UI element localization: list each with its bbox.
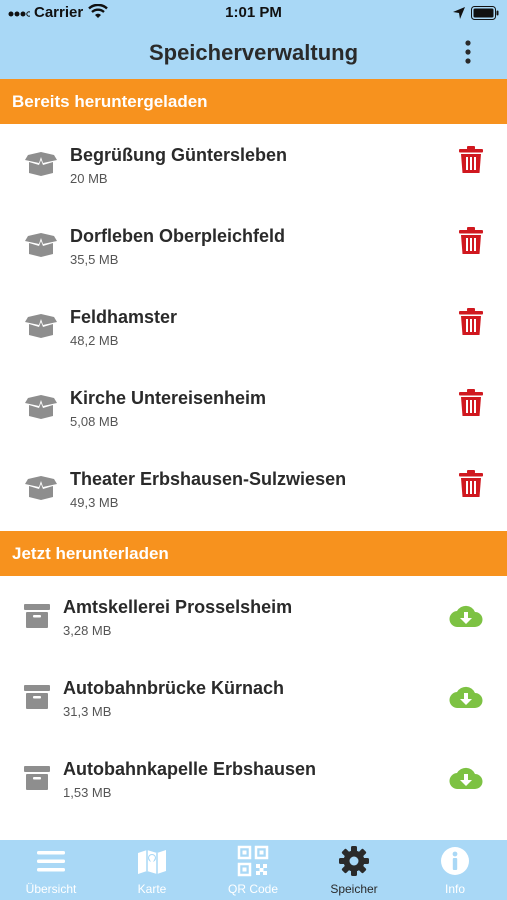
cloud-download-icon[interactable] bbox=[449, 685, 483, 709]
tab-label: Speicher bbox=[330, 882, 378, 896]
open-box-icon bbox=[25, 314, 57, 338]
battery-icon bbox=[471, 6, 499, 20]
more-options-icon[interactable] bbox=[456, 38, 480, 66]
title-bar: Speicherverwaltung bbox=[0, 28, 507, 79]
section-title: Bereits heruntergeladen bbox=[12, 92, 208, 111]
list-item[interactable]: Amtskellerei Prosselsheim 3,28 MB bbox=[0, 576, 507, 657]
item-name: Autobahnkapelle Erbshausen bbox=[63, 759, 317, 779]
open-box-icon bbox=[25, 233, 57, 257]
top-bar: Carrier 1:01 PM Speicherverwaltung bbox=[0, 0, 507, 79]
open-box-icon bbox=[25, 152, 57, 176]
tab-label: Übersicht bbox=[25, 882, 77, 896]
gear-icon bbox=[339, 846, 369, 876]
tab-label: QR Code bbox=[227, 882, 279, 896]
trash-icon[interactable] bbox=[459, 146, 483, 174]
tab-bar: Übersicht Karte QR Code Speicher Info bbox=[0, 840, 507, 900]
list-item[interactable]: Begrüßung Güntersleben 20 MB bbox=[0, 124, 507, 205]
item-size: 31,3 MB bbox=[63, 704, 112, 719]
archive-box-icon bbox=[24, 604, 50, 628]
open-box-icon bbox=[25, 476, 57, 500]
list-item[interactable]: Autobahnkapelle Erbshausen 1,53 MB bbox=[0, 738, 507, 819]
item-size: 48,2 MB bbox=[70, 333, 119, 348]
item-size: 20 MB bbox=[70, 171, 108, 186]
tab-info[interactable]: Info bbox=[405, 840, 505, 900]
qr-code-icon bbox=[237, 845, 269, 877]
item-name: Amtskellerei Prosselsheim bbox=[63, 597, 293, 617]
item-name: Kirche Untereisenheim bbox=[70, 388, 267, 408]
list-item[interactable]: Theater Erbshausen-Sulzwiesen 49,3 MB bbox=[0, 448, 507, 529]
status-time: 1:01 PM bbox=[225, 4, 282, 21]
tab-label: Info bbox=[444, 882, 465, 896]
section-title: Jetzt herunterladen bbox=[12, 544, 169, 563]
item-name: Feldhamster bbox=[70, 307, 178, 327]
item-size: 35,5 MB bbox=[70, 252, 119, 267]
item-name: Dorfleben Oberpleichfeld bbox=[70, 226, 286, 246]
section-header-available: Jetzt herunterladen bbox=[0, 531, 507, 576]
item-name: Autobahnbrücke Kürnach bbox=[63, 678, 285, 698]
trash-icon[interactable] bbox=[459, 227, 483, 255]
item-name: Begrüßung Güntersleben bbox=[70, 145, 288, 165]
tab-qr-code[interactable]: QR Code bbox=[203, 840, 303, 900]
menu-icon bbox=[37, 851, 65, 872]
trash-icon[interactable] bbox=[459, 470, 483, 498]
item-name: Theater Erbshausen-Sulzwiesen bbox=[70, 469, 347, 489]
list-item[interactable]: Dorfleben Oberpleichfeld 35,5 MB bbox=[0, 205, 507, 286]
item-size: 1,53 MB bbox=[63, 785, 112, 800]
status-bar: Carrier 1:01 PM bbox=[0, 0, 507, 28]
tab-map[interactable]: Karte bbox=[102, 840, 202, 900]
list-item[interactable]: Kirche Untereisenheim 5,08 MB bbox=[0, 367, 507, 448]
trash-icon[interactable] bbox=[459, 389, 483, 417]
cloud-download-icon[interactable] bbox=[449, 766, 483, 790]
item-size: 3,28 MB bbox=[63, 623, 112, 638]
open-box-icon bbox=[25, 395, 57, 419]
tab-label: Karte bbox=[137, 882, 167, 896]
item-size: 49,3 MB bbox=[70, 495, 119, 510]
page-title: Speicherverwaltung bbox=[148, 40, 359, 65]
cloud-download-icon[interactable] bbox=[449, 604, 483, 628]
item-size: 5,08 MB bbox=[70, 414, 119, 429]
trash-icon[interactable] bbox=[459, 308, 483, 336]
info-icon bbox=[441, 847, 469, 875]
list-item[interactable]: Feldhamster 48,2 MB bbox=[0, 286, 507, 367]
location-arrow-icon bbox=[453, 7, 465, 19]
list-item[interactable]: Autobahnbrücke Kürnach 31,3 MB bbox=[0, 657, 507, 738]
archive-box-icon bbox=[24, 685, 50, 709]
tab-storage[interactable]: Speicher bbox=[304, 840, 404, 900]
tab-overview[interactable]: Übersicht bbox=[1, 840, 101, 900]
map-icon bbox=[138, 850, 166, 874]
section-header-downloaded: Bereits heruntergeladen bbox=[0, 79, 507, 124]
archive-box-icon bbox=[24, 766, 50, 790]
